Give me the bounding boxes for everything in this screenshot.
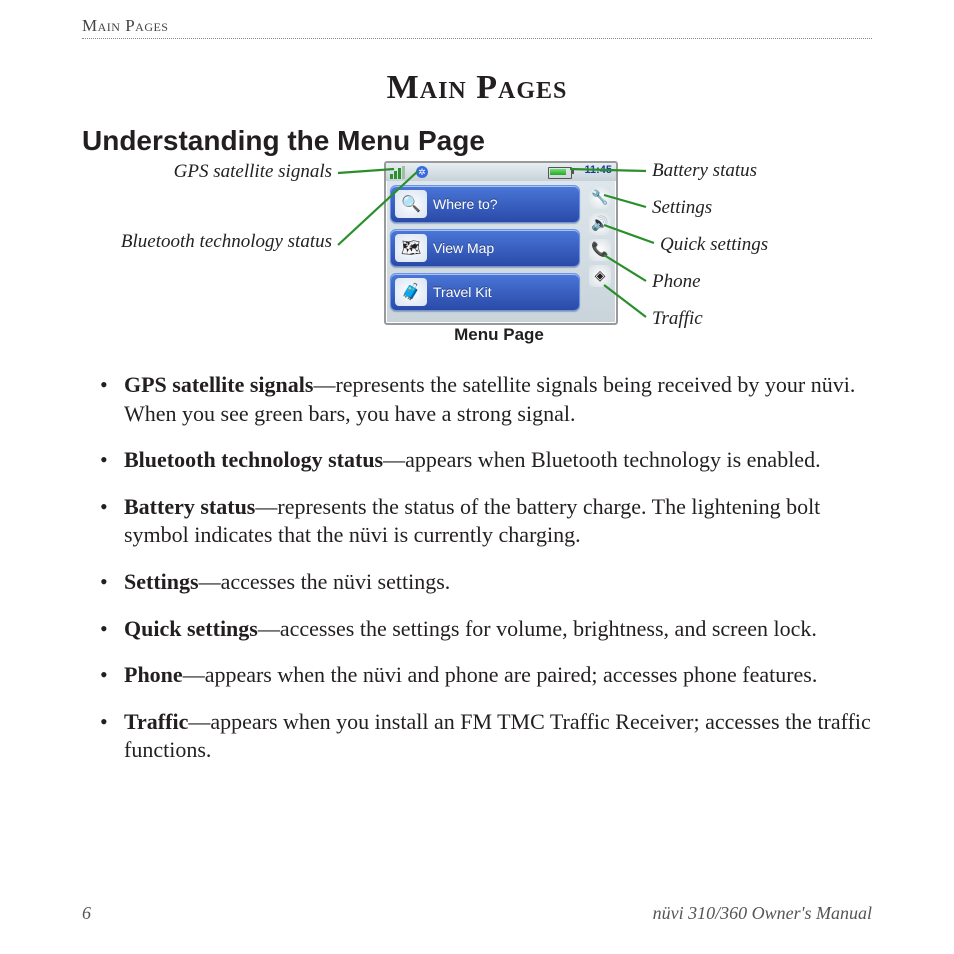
battery-icon [548,167,572,179]
list-item: Phone—appears when the nüvi and phone ar… [114,661,872,690]
list-item: Settings—accesses the nüvi settings. [114,568,872,597]
clock-text: 11:45 [584,164,612,176]
desc: accesses the settings for volume, bright… [280,616,817,641]
list-item: Bluetooth technology status—appears when… [114,446,872,475]
list-item: Traffic—appears when you install an FM T… [114,708,872,765]
section-heading: Understanding the Menu Page [82,125,872,157]
phone-icon[interactable]: 📞 [589,239,611,261]
term: Traffic [124,709,188,734]
page-footer: 6 nüvi 310/360 Owner's Manual [82,903,872,924]
term: Settings [124,569,199,594]
page-title: Main Pages [82,69,872,107]
device-screen: ✲ 11:45 🔍 Where to? 🗺 View Map 🧳 Travel … [384,161,618,325]
term: Quick settings [124,616,258,641]
travel-kit-label: Travel Kit [433,284,492,300]
callout-traffic: Traffic [652,308,703,330]
list-item: GPS satellite signals—represents the sat… [114,371,872,428]
desc: appears when you install an FM TMC Traff… [124,709,871,763]
header-rule [82,38,872,39]
list-item: Quick settings—accesses the settings for… [114,615,872,644]
callout-gps: GPS satellite signals [82,161,332,183]
suitcase-icon: 🧳 [395,278,427,306]
traffic-icon[interactable]: ◈ [589,265,611,287]
bluetooth-icon: ✲ [416,166,428,178]
callout-phone: Phone [652,271,701,293]
dash: — [183,662,205,687]
dash: — [255,494,277,519]
signal-bars-icon [390,166,405,179]
diagram-caption: Menu Page [384,325,614,345]
dash: — [383,447,405,472]
list-item: Battery status—represents the status of … [114,493,872,550]
callout-settings: Settings [652,197,712,219]
map-icon: 🗺 [395,234,427,262]
desc: accesses the nüvi settings. [221,569,451,594]
menu-page-diagram: ✲ 11:45 🔍 Where to? 🗺 View Map 🧳 Travel … [82,161,872,361]
side-icon-column: 🔧 🔊 📞 ◈ [584,181,616,323]
running-head: Main Pages [82,0,872,38]
callout-quick: Quick settings [660,234,768,256]
magnifier-icon: 🔍 [395,190,427,218]
term: Battery status [124,494,255,519]
where-to-button[interactable]: 🔍 Where to? [390,185,580,223]
where-to-label: Where to? [433,196,498,212]
term: GPS satellite signals [124,372,313,397]
callout-battery: Battery status [652,160,757,182]
dash: — [199,569,221,594]
dash: — [258,616,280,641]
dash: — [313,372,335,397]
speaker-icon[interactable]: 🔊 [589,213,611,235]
desc: appears when Bluetooth technology is ena… [405,447,820,472]
callout-bluetooth: Bluetooth technology status [82,231,332,253]
travel-kit-button[interactable]: 🧳 Travel Kit [390,273,580,311]
manual-title: nüvi 310/360 Owner's Manual [653,903,872,924]
status-bar: ✲ 11:45 [386,163,616,181]
dash: — [188,709,210,734]
page-number: 6 [82,903,91,924]
term: Phone [124,662,183,687]
view-map-label: View Map [433,240,494,256]
wrench-icon[interactable]: 🔧 [589,187,611,209]
term: Bluetooth technology status [124,447,383,472]
view-map-button[interactable]: 🗺 View Map [390,229,580,267]
definitions-list: GPS satellite signals—represents the sat… [82,371,872,765]
desc: appears when the nüvi and phone are pair… [205,662,818,687]
